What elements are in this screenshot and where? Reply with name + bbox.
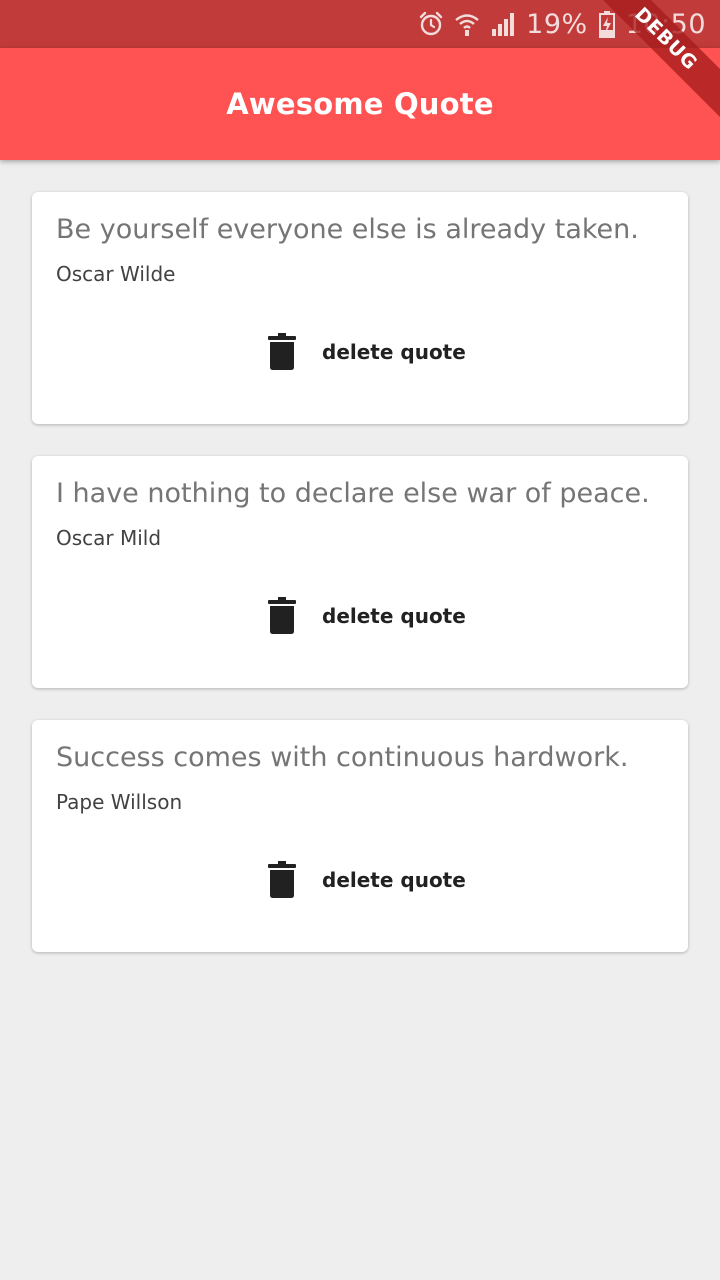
wifi-icon (454, 11, 480, 37)
alarm-icon (418, 11, 444, 37)
quote-text: I have nothing to declare else war of pe… (56, 478, 650, 509)
delete-quote-button[interactable]: delete quote (268, 594, 466, 638)
trash-icon (268, 333, 296, 371)
trash-icon (268, 597, 296, 635)
quote-text: Be yourself everyone else is already tak… (56, 214, 639, 245)
quote-text: Success comes with continuous hardwork. (56, 742, 629, 773)
delete-quote-button[interactable]: delete quote (268, 858, 466, 902)
quote-card: Success comes with continuous hardwork. … (32, 720, 688, 952)
quote-author: Pape Willson (56, 790, 183, 814)
delete-quote-label: delete quote (322, 604, 466, 628)
battery-percentage: 19% (526, 8, 588, 40)
quote-card: Be yourself everyone else is already tak… (32, 192, 688, 424)
signal-icon (490, 11, 516, 37)
quote-card: I have nothing to declare else war of pe… (32, 456, 688, 688)
quote-list: Be yourself everyone else is already tak… (32, 192, 688, 984)
delete-quote-label: delete quote (322, 868, 466, 892)
trash-icon (268, 861, 296, 899)
page-title: Awesome Quote (226, 87, 494, 121)
battery-charging-icon (598, 10, 616, 38)
delete-quote-label: delete quote (322, 340, 466, 364)
delete-quote-button[interactable]: delete quote (268, 330, 466, 374)
quote-author: Oscar Wilde (56, 262, 176, 286)
app-bar: Awesome Quote (0, 48, 720, 160)
quote-author: Oscar Mild (56, 526, 162, 550)
